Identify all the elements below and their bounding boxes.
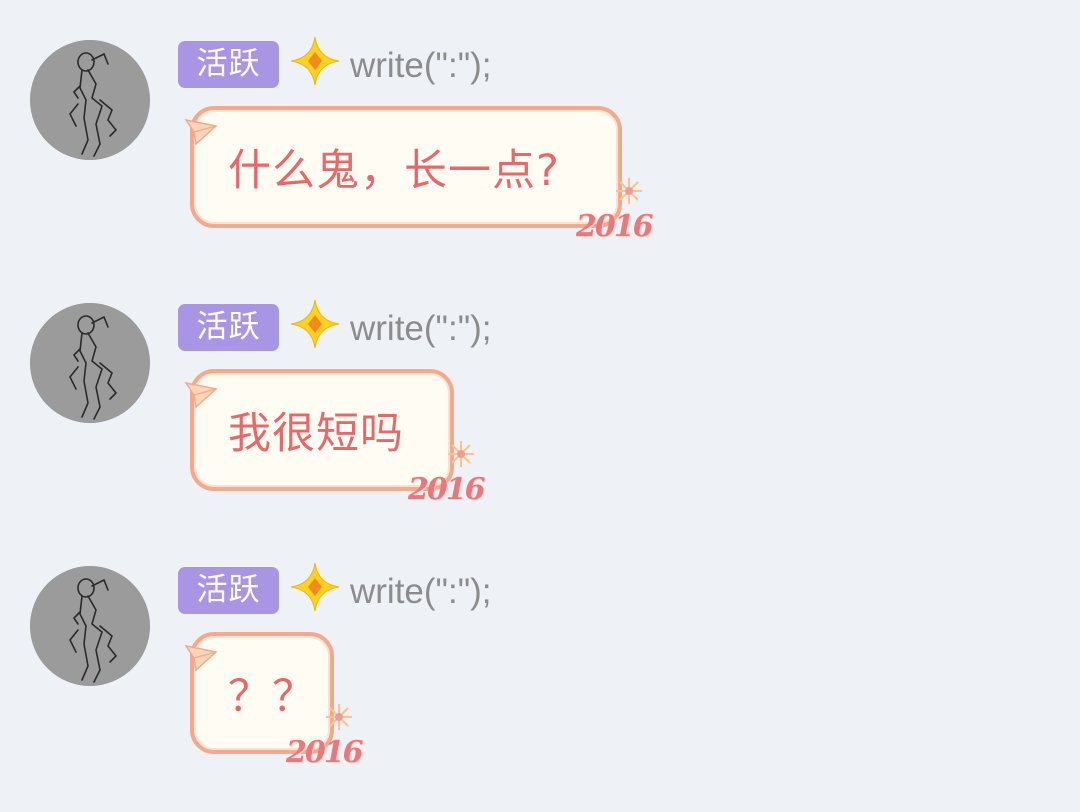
avatar[interactable] (30, 303, 150, 423)
chat-message: 活跃 write(":"); ？？ 2016 (0, 526, 1080, 776)
paper-plane-icon (184, 118, 218, 146)
firework-icon (616, 178, 642, 204)
star-icon (290, 36, 340, 86)
sender-name[interactable]: write(":"); (350, 44, 492, 88)
year-sticker: 2016 (574, 176, 654, 248)
year-sticker: 2016 (406, 439, 486, 511)
paper-plane-icon (184, 381, 218, 409)
firework-icon (448, 441, 474, 467)
chat-message: 活跃 write(":"); 我很短吗 2016 (0, 263, 1080, 513)
chat-message: 活跃 write(":"); 什么鬼，长一点? 2016 (0, 0, 1080, 250)
activity-badge: 活跃 (178, 567, 279, 614)
firework-icon (326, 704, 352, 730)
star-icon (290, 299, 340, 349)
message-bubble[interactable]: 我很短吗 2016 (184, 369, 485, 507)
avatar-sketch-icon (30, 40, 150, 160)
stamp-year: 2016 (576, 209, 653, 244)
message-text: 什么鬼，长一点? (228, 146, 560, 196)
avatar-sketch-icon (30, 566, 150, 686)
avatar[interactable] (30, 40, 150, 160)
sender-name[interactable]: write(":"); (350, 307, 492, 351)
avatar[interactable] (30, 566, 150, 686)
message-text: 我很短吗 (228, 409, 404, 459)
star-icon (290, 562, 340, 612)
avatar-sketch-icon (30, 303, 150, 423)
stamp-year: 2016 (408, 472, 485, 507)
year-sticker: 2016 (284, 702, 364, 774)
stamp-year: 2016 (286, 735, 363, 770)
message-bubble[interactable]: ？？ 2016 (184, 632, 363, 770)
activity-badge: 活跃 (178, 304, 279, 351)
paper-plane-icon (184, 644, 218, 672)
activity-badge: 活跃 (178, 41, 279, 88)
sender-name[interactable]: write(":"); (350, 570, 492, 614)
message-bubble[interactable]: 什么鬼，长一点? 2016 (184, 106, 653, 244)
